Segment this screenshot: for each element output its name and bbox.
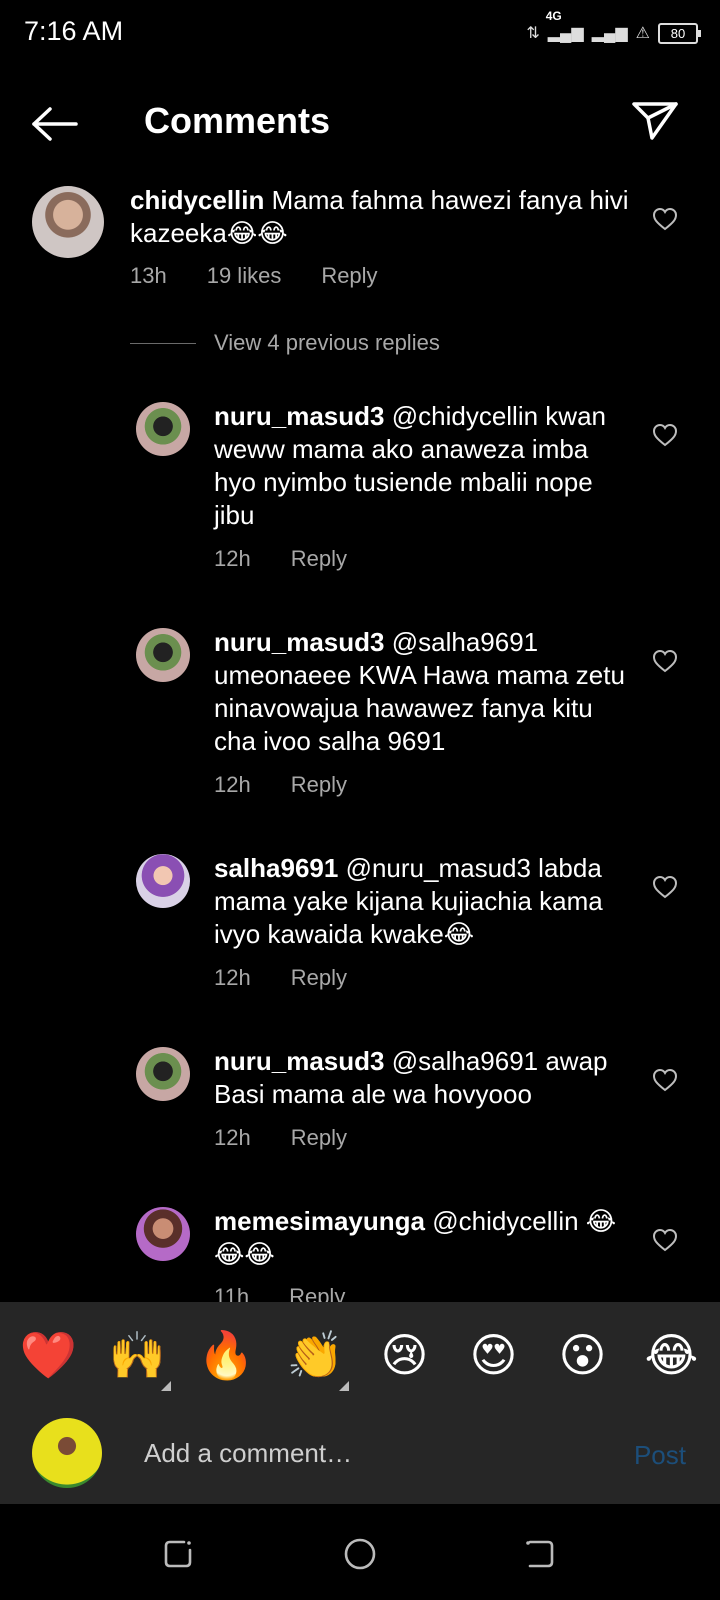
avatar[interactable] — [32, 186, 104, 258]
laughing-tears-emoji[interactable]: 😂 — [637, 1328, 707, 1382]
reply-button[interactable]: Reply — [291, 965, 347, 991]
comment-meta: 12h Reply — [214, 772, 347, 798]
view-previous-label: View 4 previous replies — [214, 330, 440, 355]
comment-text: memesimayunga @chidycellin 😂😂😂 — [214, 1205, 634, 1271]
raising-hands-glyph: 🙌 — [108, 1328, 167, 1381]
clapping-hands-glyph: 👏 — [286, 1328, 345, 1381]
heart-icon[interactable] — [652, 1068, 678, 1092]
heart-icon[interactable] — [652, 1228, 678, 1252]
surprised-face-emoji[interactable]: 😮 — [548, 1328, 618, 1382]
comments-header: Comments — [0, 86, 720, 158]
skin-tone-indicator-icon — [160, 1380, 171, 1391]
comment-username[interactable]: memesimayunga — [214, 1206, 425, 1236]
skin-tone-indicator-icon — [338, 1380, 349, 1391]
fire-emoji[interactable]: 🔥 — [192, 1328, 262, 1383]
comment-meta: 12h Reply — [214, 1125, 347, 1151]
comment-time: 13h — [130, 263, 167, 288]
heart-icon[interactable] — [652, 875, 678, 899]
reply-button[interactable]: Reply — [291, 1125, 347, 1151]
comment-meta: 12h Reply — [214, 965, 347, 991]
crying-face-emoji[interactable]: 😢 — [370, 1328, 440, 1382]
heart-eyes-emoji[interactable]: 😍 — [459, 1328, 529, 1382]
comment-text: nuru_masud3 @salha9691 umeonaeee KWA Haw… — [214, 626, 634, 758]
status-bar: 7:16 AM ⇅ 4G ▂▄▆ ▂▄▆ ⚠ 80 — [0, 0, 720, 66]
comment-text: chidycellin Mama fahma hawezi fanya hivi… — [130, 184, 630, 250]
my-avatar — [32, 1418, 102, 1488]
signal-icon: ▂▄▆ — [591, 25, 628, 42]
alert-icon: ⚠ — [635, 25, 650, 42]
battery-level: 80 — [670, 25, 686, 41]
heart-icon[interactable] — [652, 423, 678, 447]
comment-meta: 13h 19 likes Reply — [130, 263, 378, 289]
data-transfer-icon: ⇅ — [526, 25, 540, 42]
signal-4g-icon: 4G ▂▄▆ — [545, 9, 584, 42]
page-title: Comments — [144, 100, 331, 141]
comment-meta: 12h Reply — [214, 546, 347, 572]
comment-composer: Add a comment… Post — [0, 1408, 720, 1504]
comment-text: salha9691 @nuru_masud3 labda mama yake k… — [214, 852, 634, 951]
back-arrow-icon[interactable] — [30, 106, 80, 142]
view-previous-replies[interactable]: View 4 previous replies — [130, 330, 440, 356]
comment-time: 12h — [214, 546, 251, 571]
avatar[interactable] — [136, 1207, 190, 1261]
recent-apps-icon[interactable] — [160, 1536, 196, 1572]
comment-username[interactable]: nuru_masud3 — [214, 1046, 385, 1076]
quick-reactions-bar: ❤️ 🙌 🔥 👏 😢 😍 😮 😂 — [0, 1302, 720, 1408]
reply-button[interactable]: Reply — [321, 263, 377, 289]
system-nav-bar — [0, 1504, 720, 1600]
heart-icon[interactable] — [652, 649, 678, 673]
comment-username[interactable]: nuru_masud3 — [214, 401, 385, 431]
comment-input[interactable]: Add a comment… — [144, 1438, 352, 1469]
comment-time: 12h — [214, 1125, 251, 1150]
home-icon[interactable] — [342, 1536, 378, 1572]
comment-text: nuru_masud3 @salha9691 awap Basi mama al… — [214, 1045, 634, 1111]
avatar[interactable] — [136, 402, 190, 456]
comment-username[interactable]: nuru_masud3 — [214, 627, 385, 657]
send-icon[interactable] — [630, 98, 680, 142]
avatar[interactable] — [136, 1047, 190, 1101]
comment-likes[interactable]: 19 likes — [207, 263, 282, 289]
network-type: 4G — [545, 9, 562, 23]
raising-hands-emoji[interactable]: 🙌 — [103, 1328, 173, 1391]
avatar[interactable] — [136, 628, 190, 682]
comment-time: 12h — [214, 965, 251, 990]
status-icons: ⇅ 4G ▂▄▆ ▂▄▆ ⚠ 80 — [526, 9, 701, 48]
comment-time: 12h — [214, 772, 251, 797]
back-icon[interactable] — [522, 1536, 558, 1572]
status-time: 7:16 AM — [24, 16, 124, 46]
battery-icon: 80 — [658, 22, 701, 44]
comment-username[interactable]: chidycellin — [130, 185, 264, 215]
reply-button[interactable]: Reply — [291, 546, 347, 572]
avatar[interactable] — [136, 854, 190, 908]
red-heart-emoji[interactable]: ❤️ — [14, 1328, 84, 1383]
comment-text: nuru_masud3 @chidycellin kwan weww mama … — [214, 400, 634, 532]
reply-button[interactable]: Reply — [291, 772, 347, 798]
clapping-hands-emoji[interactable]: 👏 — [281, 1328, 351, 1391]
divider — [130, 342, 196, 344]
comment-username[interactable]: salha9691 — [214, 853, 338, 883]
post-button[interactable]: Post — [634, 1440, 686, 1471]
heart-icon[interactable] — [652, 207, 678, 231]
